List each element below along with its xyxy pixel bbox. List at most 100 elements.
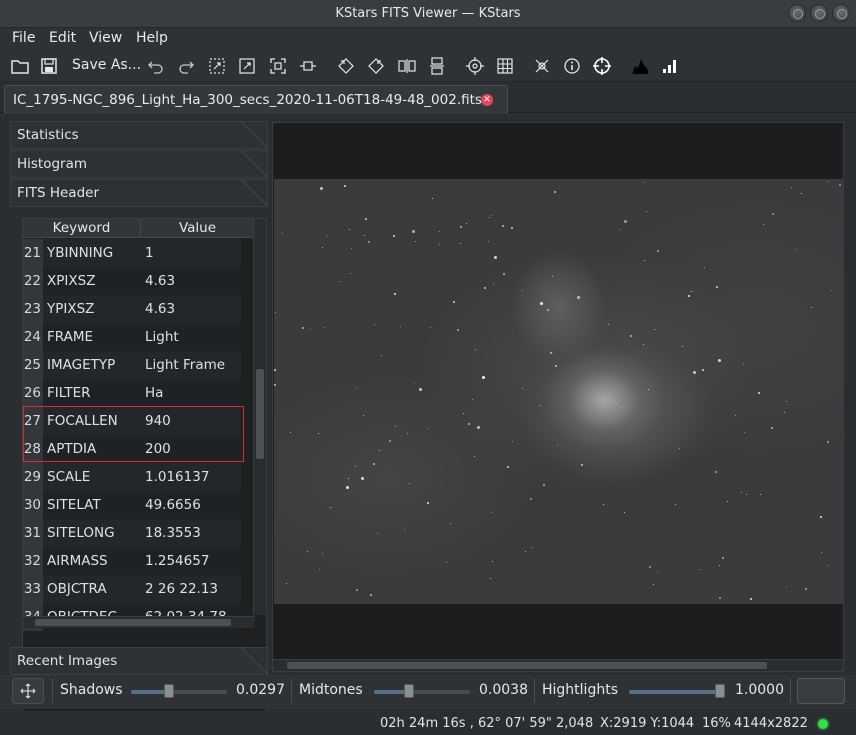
table-header: Keyword Value (23, 219, 253, 238)
zoom-fit-icon[interactable] (205, 54, 229, 78)
undo-icon[interactable] (144, 54, 168, 78)
tab-fits-file[interactable]: IC_1795-NGC_896_Light_Ha_300_secs_2020-1… (4, 85, 508, 114)
minimize-button[interactable] (788, 4, 806, 22)
title-bar: KStars FITS Viewer — KStars (0, 0, 856, 28)
table-row[interactable]: 30 SITELAT 49.6656 (23, 491, 241, 519)
flip-vertical-icon[interactable] (425, 54, 449, 78)
stars-icon[interactable] (530, 54, 554, 78)
scroll-thumb[interactable] (256, 369, 264, 459)
table-row[interactable]: 31 SITELONG 18.3553 (23, 519, 241, 547)
center-icon[interactable] (463, 54, 487, 78)
table-horizontal-scrollbar[interactable] (23, 616, 255, 628)
close-tab-icon[interactable]: ✕ (481, 94, 493, 106)
row-keyword: SITELONG (47, 525, 115, 541)
zoom-original-icon[interactable] (266, 54, 290, 78)
midtones-slider-handle[interactable] (404, 684, 414, 698)
row-number: 33 (23, 575, 43, 603)
table-row[interactable]: 21 YBINNING 1 (23, 239, 241, 267)
open-icon[interactable] (8, 54, 32, 78)
status-pixel-value: 2,048 (556, 716, 594, 731)
shadows-slider-handle[interactable] (164, 684, 174, 698)
table-vertical-scrollbar[interactable] (253, 219, 266, 615)
menu-edit[interactable]: Edit (49, 30, 76, 46)
row-keyword: IMAGETYP (47, 357, 116, 373)
row-keyword: YPIXSZ (47, 301, 95, 317)
shadows-label: Shadows (60, 682, 123, 698)
row-number: 28 (23, 435, 43, 463)
histogram-label: Histogram (17, 156, 88, 172)
window-controls (788, 4, 850, 22)
redo-icon[interactable] (174, 54, 198, 78)
rotate-cw-icon[interactable] (334, 54, 358, 78)
row-number: 32 (23, 547, 43, 575)
tab-label: IC_1795-NGC_896_Light_Ha_300_secs_2020-1… (13, 92, 482, 108)
auto-stretch-button[interactable] (12, 678, 44, 704)
row-value: 4.63 (145, 301, 176, 317)
maximize-button[interactable] (810, 4, 828, 22)
menu-file[interactable]: File (12, 30, 35, 46)
histogram-icon[interactable] (628, 54, 652, 78)
scroll-thumb[interactable] (287, 662, 767, 669)
image-view[interactable] (272, 122, 844, 672)
highlights-value[interactable]: 1.0000 (735, 682, 784, 698)
table-row[interactable]: 32 AIRMASS 1.254657 (23, 547, 241, 575)
crosshair-icon[interactable] (590, 54, 614, 78)
menu-view[interactable]: View (89, 30, 122, 46)
info-icon[interactable] (560, 54, 584, 78)
image-horizontal-scrollbar[interactable] (273, 659, 843, 671)
row-number: 31 (23, 519, 43, 547)
signal-icon[interactable] (658, 54, 682, 78)
highlights-slider[interactable] (629, 684, 725, 698)
status-cursor-position: X:2919 Y:1044 (600, 716, 695, 731)
row-value: 49.6656 (145, 497, 201, 513)
row-value: 940 (145, 413, 171, 429)
table-row[interactable]: 23 YPIXSZ 4.63 (23, 295, 241, 323)
value-column-header[interactable]: Value (142, 219, 253, 238)
row-value: Ha (145, 385, 164, 401)
table-row[interactable]: 24 FRAME Light (23, 323, 241, 351)
table-row[interactable]: 26 FILTER Ha (23, 379, 241, 407)
keyword-column-header[interactable]: Keyword (23, 219, 141, 238)
zoom-width-icon[interactable] (296, 54, 320, 78)
zoom-selection-icon[interactable] (235, 54, 259, 78)
row-value: 2 26 22.13 (145, 581, 218, 597)
row-value: Light Frame (145, 357, 226, 373)
table-row[interactable]: 33 OBJCTRA 2 26 22.13 (23, 575, 241, 603)
row-value: 1 (145, 245, 154, 261)
grid-icon[interactable] (493, 54, 517, 78)
scroll-thumb[interactable] (35, 619, 231, 626)
row-value: 1.016137 (145, 469, 210, 485)
midtones-value[interactable]: 0.0038 (479, 682, 528, 698)
statistics-section[interactable]: Statistics (10, 121, 268, 149)
midtones-slider[interactable] (374, 684, 470, 698)
toolbar: Save As... (0, 50, 856, 82)
tab-bar: IC_1795-NGC_896_Light_Ha_300_secs_2020-1… (0, 83, 856, 114)
save-icon[interactable] (37, 54, 61, 78)
table-row[interactable]: 22 XPIXSZ 4.63 (23, 267, 241, 295)
close-button[interactable] (832, 4, 850, 22)
status-led-icon (818, 719, 828, 729)
table-row[interactable]: 27 FOCALLEN 940 (23, 407, 241, 435)
highlights-slider-handle[interactable] (715, 684, 725, 698)
menu-help[interactable]: Help (136, 30, 168, 46)
fits-image[interactable] (274, 179, 843, 604)
window-title: KStars FITS Viewer — KStars (335, 6, 521, 21)
recent-images-label: Recent Images (17, 653, 118, 669)
fits-header-label: FITS Header (17, 185, 100, 201)
row-number: 22 (23, 267, 43, 295)
menu-bar: File Edit View Help (0, 28, 856, 50)
recent-images-section[interactable]: Recent Images (10, 647, 268, 675)
flip-horizontal-icon[interactable] (395, 54, 419, 78)
row-keyword: XPIXSZ (47, 273, 96, 289)
fits-header-section[interactable]: FITS Header (10, 179, 268, 207)
rotate-ccw-icon[interactable] (364, 54, 388, 78)
table-row[interactable]: 28 APTDIA 200 (23, 435, 241, 463)
shadows-value[interactable]: 0.0297 (236, 682, 285, 698)
table-row[interactable]: 25 IMAGETYP Light Frame (23, 351, 241, 379)
shadows-slider[interactable] (131, 684, 227, 698)
table-row[interactable]: 29 SCALE 1.016137 (23, 463, 241, 491)
histogram-section[interactable]: Histogram (10, 150, 268, 178)
stretch-preset-button[interactable] (797, 678, 845, 704)
save-as-button[interactable]: Save As... (72, 57, 141, 73)
row-value: 4.63 (145, 273, 176, 289)
